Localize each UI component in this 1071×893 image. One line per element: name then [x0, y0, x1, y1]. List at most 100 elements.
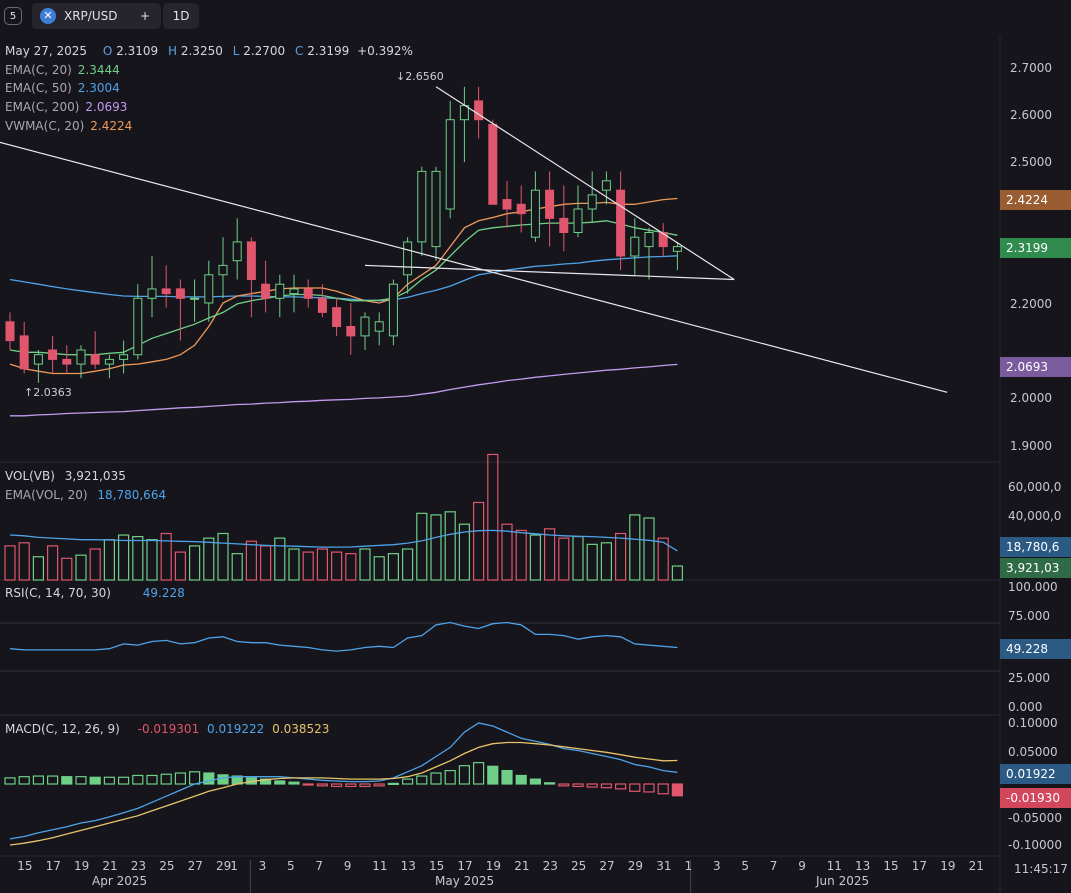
- day-tick: 17: [45, 859, 61, 873]
- day-tick: 25: [159, 859, 175, 873]
- chart-canvas[interactable]: [0, 0, 1071, 893]
- candle-body: [5, 321, 15, 342]
- candle-body: [488, 123, 498, 205]
- volume-tick: 40,000,0: [1008, 509, 1062, 523]
- macd-pane[interactable]: [4, 722, 684, 846]
- volume-bar: [32, 556, 45, 581]
- add-symbol-button[interactable]: +: [129, 3, 161, 29]
- volume-bar: [614, 532, 627, 581]
- macd-histogram-bar: [529, 778, 542, 785]
- macd-histogram-bar: [316, 783, 328, 787]
- interval-button[interactable]: 1D: [163, 3, 199, 29]
- volume-bar: [373, 556, 385, 581]
- day-tick: 17: [457, 859, 473, 873]
- volume-legend[interactable]: VOL(VB) 3,921,035: [5, 469, 126, 483]
- macd-histogram-bar: [32, 775, 45, 785]
- macd-histogram-bar: [387, 782, 399, 785]
- candle-body: [119, 354, 129, 360]
- day-tick: 23: [542, 859, 558, 873]
- indicator-vwma20[interactable]: VWMA(C, 20) 2.4224: [5, 119, 132, 133]
- candle-body: [246, 241, 256, 280]
- day-tick: 19: [940, 859, 956, 873]
- volume-bar: [345, 553, 357, 581]
- candle-body: [33, 354, 43, 365]
- macd-histogram-bar: [345, 783, 357, 788]
- day-tick: 15: [17, 859, 33, 873]
- candle-body: [133, 297, 143, 356]
- day-tick: 17: [911, 859, 928, 873]
- volume-ema-legend[interactable]: EMA(VOL, 20) 18,780,664: [5, 488, 166, 502]
- candle-body: [218, 264, 228, 276]
- volume-ema-label: EMA(VOL, 20): [5, 488, 88, 502]
- macd-histogram-bar: [103, 776, 116, 785]
- indicator-ema50[interactable]: EMA(C, 50) 2.3004: [5, 81, 120, 95]
- price-pane[interactable]: [0, 86, 948, 417]
- macd-tick: -0.10000: [1008, 838, 1062, 852]
- candle-body: [275, 283, 285, 299]
- candle-body: [545, 189, 555, 219]
- macd-histogram-bar: [572, 783, 584, 788]
- macd-histogram-bar: [302, 783, 314, 786]
- candle-body: [516, 203, 526, 215]
- volume-bar: [189, 545, 201, 581]
- day-tick: 3: [258, 859, 267, 873]
- day-tick: 29: [216, 859, 232, 873]
- volume-bar: [46, 545, 59, 581]
- day-tick: 15: [883, 859, 899, 873]
- volume-value: 3,921,035: [64, 469, 126, 483]
- high-label: H: [168, 44, 178, 58]
- rsi-label: RSI(C, 14, 70, 30): [5, 586, 111, 600]
- candle-body: [445, 119, 455, 210]
- macd-histogram-bar: [501, 769, 513, 785]
- indicator-ema20[interactable]: EMA(C, 20) 2.3444: [5, 63, 120, 77]
- layout-button[interactable]: 5: [4, 7, 22, 25]
- low-marker: ↑2.0363: [24, 386, 72, 399]
- volume-tick: 60,000,0: [1008, 480, 1062, 494]
- low-value: 2.2700: [243, 44, 286, 58]
- macd-histogram-bar: [657, 783, 669, 795]
- day-tick: 5: [741, 859, 750, 873]
- day-tick: 1: [230, 859, 238, 873]
- candle-body: [104, 358, 114, 365]
- day-tick: 21: [968, 859, 984, 873]
- day-tick: 5: [287, 859, 295, 873]
- trendline: [364, 264, 735, 281]
- macd-histogram-bar: [671, 783, 684, 797]
- indicator-label: VWMA(C, 20): [5, 119, 85, 133]
- macd-histogram-bar: [217, 774, 229, 785]
- candle-body: [175, 288, 185, 299]
- rsi-pane[interactable]: [9, 621, 678, 652]
- volume-bar: [331, 551, 343, 581]
- volume-bar: [61, 557, 73, 581]
- macd-histogram-bar: [543, 782, 556, 785]
- xrp-logo-icon: ✕: [40, 8, 56, 24]
- macd-legend[interactable]: MACD(C, 12, 26, 9) -0.019301 0.019222 0.…: [5, 722, 329, 736]
- macd-histogram-bar: [444, 769, 456, 785]
- day-tick: 15: [429, 859, 445, 873]
- grid-layer: [0, 36, 1001, 893]
- change-percent: +0.392%: [357, 44, 413, 58]
- volume-bar: [117, 534, 130, 581]
- ema200-line: [10, 363, 678, 417]
- candle-body: [90, 354, 100, 365]
- rsi-tick: 0.000: [1008, 700, 1043, 714]
- volume-bar: [600, 542, 613, 581]
- candle-body: [190, 297, 200, 300]
- indicator-ema200[interactable]: EMA(C, 200) 2.0693: [5, 100, 127, 114]
- candle-body: [374, 321, 384, 332]
- month-label: May 2025: [435, 874, 495, 888]
- ema200-price-tag: 2.0693: [1000, 357, 1071, 377]
- volume-bar: [316, 548, 328, 581]
- vwma-price-tag: 2.4224: [1000, 190, 1071, 210]
- rsi-legend[interactable]: RSI(C, 14, 70, 30) 49.228: [5, 586, 185, 600]
- volume-bar: [444, 511, 456, 581]
- volume-bar: [572, 535, 584, 581]
- volume-bar: [487, 453, 499, 581]
- macd-signal-value: 0.038523: [272, 722, 330, 736]
- volume-bar: [260, 545, 272, 581]
- candle-body: [417, 170, 427, 243]
- day-tick: 23: [130, 859, 147, 873]
- macd-histogram-bar: [331, 783, 343, 788]
- macd-tick: -0.05000: [1008, 811, 1062, 825]
- macd-histogram-bar: [458, 765, 470, 785]
